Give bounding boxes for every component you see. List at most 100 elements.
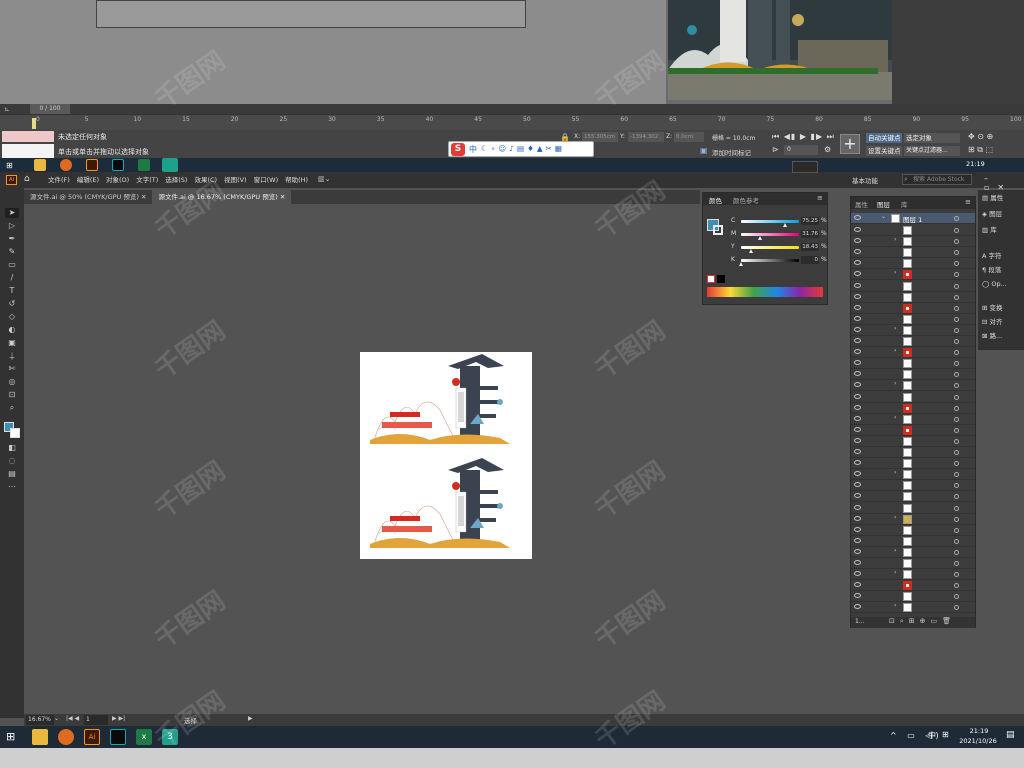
target-icon[interactable] bbox=[954, 438, 959, 444]
tab-doc-16[interactable]: 源文件.ai @ 16.67% (CMYK/GPU 预览) ✕ bbox=[152, 190, 292, 204]
sublayer-row[interactable] bbox=[851, 303, 975, 314]
artboard-number[interactable]: 1 bbox=[84, 715, 108, 725]
target-icon[interactable] bbox=[954, 294, 959, 300]
dock-item[interactable]: ▤ 属性 bbox=[982, 192, 1003, 204]
layer-name[interactable]: 图层 1 bbox=[903, 214, 922, 224]
eye-icon[interactable] bbox=[854, 293, 861, 299]
target-icon[interactable] bbox=[954, 394, 959, 400]
none-swatch[interactable] bbox=[707, 275, 715, 283]
target-icon[interactable] bbox=[954, 327, 959, 333]
eye-icon[interactable] bbox=[854, 482, 861, 488]
sublayer-row[interactable]: › bbox=[851, 347, 975, 359]
type-tool-icon[interactable]: T bbox=[5, 286, 19, 296]
maxscript-listener[interactable] bbox=[2, 131, 54, 142]
target-icon[interactable] bbox=[954, 361, 959, 367]
eye-icon[interactable] bbox=[854, 227, 861, 232]
slider-knob[interactable] bbox=[749, 249, 754, 253]
warp-tool-icon[interactable]: ◐ bbox=[5, 325, 19, 335]
eye-icon[interactable] bbox=[854, 548, 861, 554]
slider-value[interactable]: 18.43 bbox=[801, 243, 819, 251]
eye-icon[interactable] bbox=[854, 415, 861, 421]
arrange-documents-icon[interactable]: ▥⌄ bbox=[318, 175, 330, 183]
eraser-tool-icon[interactable]: ◇ bbox=[5, 312, 19, 322]
nav-controls[interactable]: ✥ ⊙ ⊕ bbox=[968, 132, 993, 141]
close-icon[interactable]: ✕ bbox=[280, 193, 285, 201]
target-icon[interactable] bbox=[954, 527, 959, 533]
notification-icon[interactable]: ▤ bbox=[1006, 730, 1015, 740]
chevron-right-icon[interactable]: › bbox=[894, 469, 896, 476]
menu-item[interactable]: 对象(O) bbox=[106, 172, 129, 188]
sublayer-row[interactable] bbox=[851, 281, 975, 292]
sublayer-row[interactable] bbox=[851, 358, 975, 370]
curvature-tool-icon[interactable]: ✎ bbox=[5, 247, 19, 257]
dock-item[interactable]: ▥ 库 bbox=[982, 224, 997, 236]
sublayer-row[interactable] bbox=[851, 558, 975, 569]
eye-icon[interactable] bbox=[854, 426, 861, 432]
app-3-icon[interactable]: 3 bbox=[162, 729, 178, 745]
eye-icon[interactable] bbox=[854, 504, 861, 510]
slider-knob[interactable] bbox=[739, 262, 743, 266]
sublayer-row[interactable]: › bbox=[851, 602, 975, 614]
eye-icon[interactable] bbox=[854, 404, 861, 410]
firefox-icon[interactable] bbox=[60, 159, 72, 171]
explorer-icon[interactable] bbox=[34, 159, 46, 171]
target-icon[interactable] bbox=[954, 350, 959, 356]
illustrator-icon[interactable] bbox=[86, 159, 98, 171]
slider-m[interactable]: M 31.76% bbox=[731, 230, 827, 240]
menu-item[interactable]: 文件(F) bbox=[48, 172, 70, 188]
target-icon[interactable] bbox=[954, 239, 959, 245]
track-bar[interactable]: 0 5 10 15 20 25 30 35 40 45 50 55 60 65 70 75 80 85 90 95 10… bbox=[0, 114, 1024, 130]
chevron-right-icon[interactable]: › bbox=[894, 414, 896, 421]
3dsmax-icon[interactable] bbox=[110, 729, 126, 745]
target-icon[interactable] bbox=[954, 339, 959, 344]
status-arrow-icon[interactable]: ▶ bbox=[248, 715, 253, 722]
chevron-right-icon[interactable]: › bbox=[894, 380, 896, 387]
sublayer-row[interactable] bbox=[851, 436, 975, 447]
target-icon[interactable] bbox=[954, 405, 959, 411]
chevron-right-icon[interactable]: › bbox=[894, 325, 896, 332]
tab-color-guide[interactable]: 颜色参考 bbox=[733, 195, 759, 205]
target-icon[interactable] bbox=[954, 538, 959, 544]
dock-item[interactable]: ◈ 图层 bbox=[982, 208, 1002, 220]
target-icon[interactable] bbox=[954, 516, 959, 522]
target-icon[interactable] bbox=[954, 416, 959, 422]
menu-item[interactable]: 效果(C) bbox=[194, 172, 217, 188]
slider-value[interactable]: 31.76 bbox=[801, 230, 819, 238]
chevron-right-icon[interactable]: › bbox=[894, 569, 896, 576]
target-icon[interactable] bbox=[954, 483, 959, 489]
windows-start-icon[interactable]: ⊞ bbox=[6, 730, 15, 743]
3dsmax-icon[interactable] bbox=[112, 159, 124, 171]
target-icon[interactable] bbox=[954, 216, 959, 221]
sublayer-row[interactable] bbox=[851, 403, 975, 414]
symbol-sprayer-icon[interactable]: ◎ bbox=[5, 377, 19, 387]
eye-icon[interactable] bbox=[854, 460, 861, 466]
close-icon[interactable]: ✕ bbox=[141, 193, 146, 201]
time-config-icon[interactable]: ⚙ bbox=[824, 145, 831, 154]
menu-item[interactable]: 帮助(H) bbox=[285, 172, 308, 188]
slider-knob[interactable] bbox=[782, 223, 787, 227]
target-icon[interactable] bbox=[954, 472, 959, 478]
slider-k[interactable]: K 0% bbox=[731, 256, 827, 266]
menu-item[interactable]: 选择(S) bbox=[165, 172, 187, 188]
artboard-tool-icon[interactable]: ⊡ bbox=[5, 390, 19, 400]
brush-tool-icon[interactable]: / bbox=[5, 273, 19, 283]
target-icon[interactable] bbox=[954, 605, 959, 611]
eye-icon[interactable] bbox=[854, 571, 861, 577]
first-artboard-icon[interactable]: |◀ ◀ bbox=[66, 715, 79, 722]
clock-time[interactable]: 21:19 bbox=[964, 727, 994, 735]
ai-window-box[interactable] bbox=[792, 161, 818, 173]
stock-search-input[interactable]: 搜索 Adobe Stock bbox=[902, 174, 972, 185]
sublayer-row[interactable] bbox=[851, 458, 975, 470]
eye-icon[interactable] bbox=[854, 249, 861, 255]
eye-icon[interactable] bbox=[854, 382, 861, 388]
target-icon[interactable] bbox=[954, 383, 959, 389]
nav-controls-2[interactable]: ⊞ ⧉ ⬚ bbox=[968, 145, 993, 155]
target-icon[interactable] bbox=[954, 272, 959, 278]
eye-icon[interactable] bbox=[854, 582, 861, 588]
layer-footer-icons[interactable]: ⊡⌕⊞⊕▭🗑 bbox=[889, 617, 956, 626]
chevron-right-icon[interactable]: › bbox=[894, 602, 896, 609]
ime-indicator[interactable]: 中 bbox=[928, 730, 936, 741]
slider-track[interactable] bbox=[741, 259, 799, 262]
windows-start-icon[interactable]: ⊞ bbox=[6, 161, 13, 170]
sublayer-row[interactable]: › bbox=[851, 569, 975, 581]
